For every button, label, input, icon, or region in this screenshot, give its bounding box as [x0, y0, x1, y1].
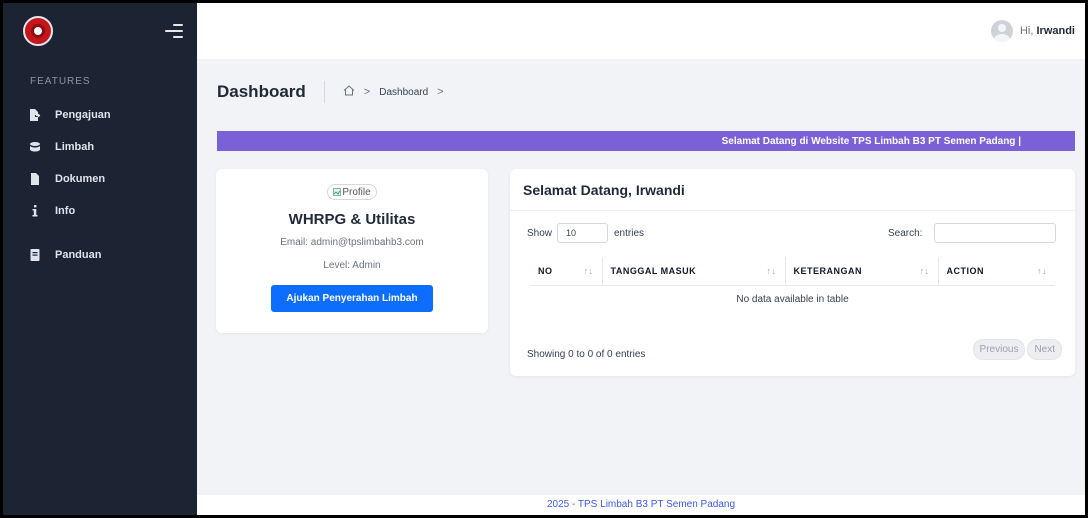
chevron-right-icon: >: [437, 86, 444, 98]
broken-image-icon: [333, 188, 342, 196]
user-name: Irwandi: [1036, 25, 1075, 37]
sidebar: FEATURES Pengajuan Limbah Dokumen Info P…: [3, 3, 197, 515]
sort-icon: ↑↓: [766, 266, 777, 276]
app-frame: FEATURES Pengajuan Limbah Dokumen Info P…: [3, 3, 1085, 515]
info-icon: [29, 205, 41, 217]
chevron-right-icon: >: [363, 86, 371, 98]
sort-icon: ↑↓: [1037, 266, 1047, 276]
sidebar-item-pengajuan[interactable]: Pengajuan: [3, 99, 197, 131]
next-page-button[interactable]: Next: [1027, 339, 1062, 360]
file-export-icon: [29, 109, 41, 121]
entries-per-page-select[interactable]: 10: [557, 223, 608, 243]
sidebar-item-label: Panduan: [55, 249, 102, 261]
welcome-marquee: Selamat Datang di Website TPS Limbah B3 …: [217, 131, 1075, 151]
document-icon: [29, 173, 41, 185]
breadcrumb-trail: > Dashboard >: [343, 85, 453, 99]
table-info: Showing 0 to 0 of 0 entries: [527, 349, 646, 360]
sidebar-item-panduan[interactable]: Panduan: [3, 239, 197, 271]
sort-icon: ↑↓: [919, 266, 930, 276]
column-header-action[interactable]: ACTION ↑↓: [937, 257, 1055, 286]
sort-icon: ↑↓: [583, 266, 594, 276]
search-input[interactable]: [934, 223, 1056, 243]
sidebar-item-dokumen[interactable]: Dokumen: [3, 163, 197, 195]
column-header-keterangan[interactable]: KETERANGAN ↑↓: [784, 257, 938, 286]
sidebar-item-info[interactable]: Info: [3, 195, 197, 227]
menu-toggle-icon[interactable]: [165, 24, 183, 38]
table-controls: Show 10 entries Search:: [510, 223, 1075, 245]
page-footer[interactable]: 2025 - TPS Limbah B3 PT Semen Padang: [197, 495, 1085, 515]
column-header-no[interactable]: NO ↑↓: [530, 257, 602, 286]
sidebar-item-label: Info: [55, 205, 76, 217]
submit-waste-button[interactable]: Ajukan Penyerahan Limbah: [271, 285, 433, 312]
book-icon: [29, 249, 41, 261]
home-icon[interactable]: [343, 85, 355, 99]
empty-table-message: No data available in table: [736, 293, 849, 305]
pagination: Previous Next: [971, 339, 1062, 360]
table-card-title: Selamat Datang, Irwandi: [510, 169, 1075, 211]
previous-page-button[interactable]: Previous: [972, 339, 1026, 360]
main-content: Dashboard > Dashboard > Selamat Datang d…: [197, 59, 1085, 515]
submissions-table-card: Selamat Datang, Irwandi Show 10 entries …: [510, 169, 1075, 376]
top-header: Hi, Irwandi: [197, 3, 1085, 59]
show-label: Show: [527, 228, 553, 239]
profile-level: Level: Admin: [323, 260, 381, 271]
breadcrumb-divider: [323, 81, 325, 103]
profile-card: Profile WHRPG & Utilitas Email: admin@tp…: [216, 169, 488, 333]
search-label: Search:: [888, 228, 923, 239]
sidebar-item-label: Pengajuan: [55, 109, 111, 121]
database-icon: [29, 141, 41, 153]
column-header-tanggal-masuk[interactable]: TANGGAL MASUK ↑↓: [601, 257, 785, 286]
profile-name: WHRPG & Utilitas: [288, 211, 416, 228]
user-avatar[interactable]: [990, 20, 1013, 42]
sidebar-header: [3, 3, 197, 59]
table-row: No data available in table: [530, 285, 1055, 313]
profile-email: Email: admin@tpslimbahb3.com: [280, 237, 424, 248]
sidebar-item-label: Limbah: [55, 141, 95, 153]
page-title: Dashboard: [217, 82, 306, 101]
profile-image: Profile: [327, 184, 377, 200]
breadcrumb: Dashboard > Dashboard >: [217, 81, 453, 103]
semen-padang-logo[interactable]: [23, 16, 53, 46]
user-greeting[interactable]: Hi, Irwandi: [1020, 25, 1075, 37]
sidebar-item-label: Dokumen: [55, 173, 106, 185]
breadcrumb-current[interactable]: Dashboard: [379, 87, 428, 98]
entries-label: entries: [614, 228, 645, 239]
sidebar-item-limbah[interactable]: Limbah: [3, 131, 197, 163]
logo-emblem: [31, 24, 45, 38]
data-table: NO ↑↓ TANGGAL MASUK ↑↓ KETERANGAN ↑↓ ACTION…: [530, 257, 1055, 313]
sidebar-section-label: FEATURES: [30, 76, 91, 87]
